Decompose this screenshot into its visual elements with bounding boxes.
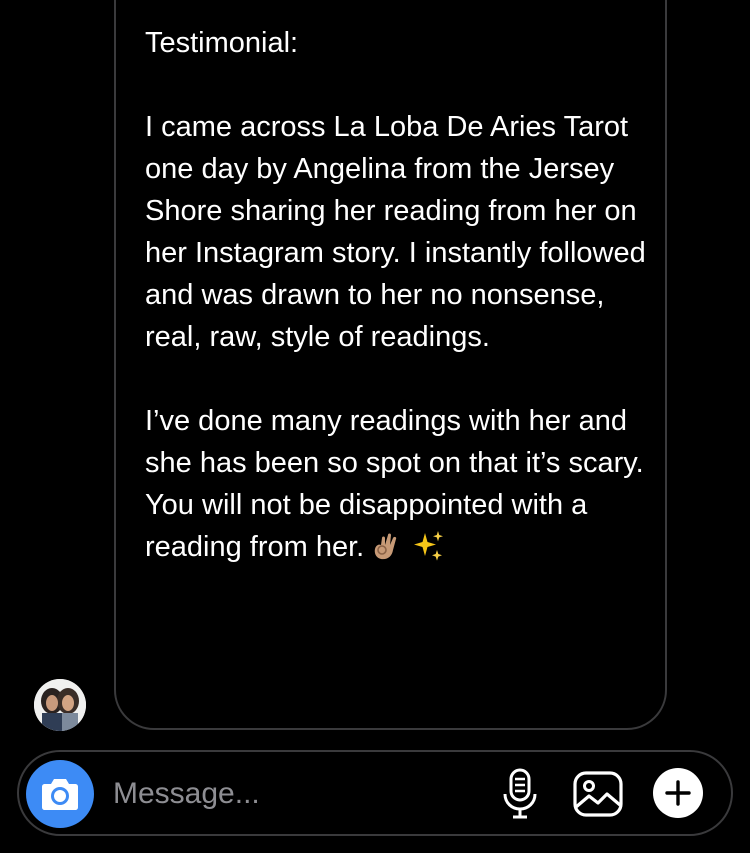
- message-paragraph-1: I came across La Loba De Aries Tarot one…: [145, 111, 654, 353]
- message-text: Testimonial: I came across La Loba De Ar…: [145, 22, 650, 568]
- message-input[interactable]: [113, 774, 483, 814]
- sparkles-emoji: [414, 531, 444, 561]
- plus-icon: [665, 780, 691, 806]
- add-button[interactable]: [653, 768, 703, 818]
- message-title: Testimonial:: [145, 27, 299, 59]
- avatar-photo: [34, 679, 86, 731]
- microphone-icon[interactable]: [500, 768, 540, 820]
- camera-button[interactable]: [26, 760, 94, 828]
- camera-icon: [42, 779, 78, 810]
- ok-hand-emoji: [374, 533, 397, 560]
- gallery-icon[interactable]: [572, 770, 624, 818]
- sender-avatar[interactable]: [34, 679, 86, 731]
